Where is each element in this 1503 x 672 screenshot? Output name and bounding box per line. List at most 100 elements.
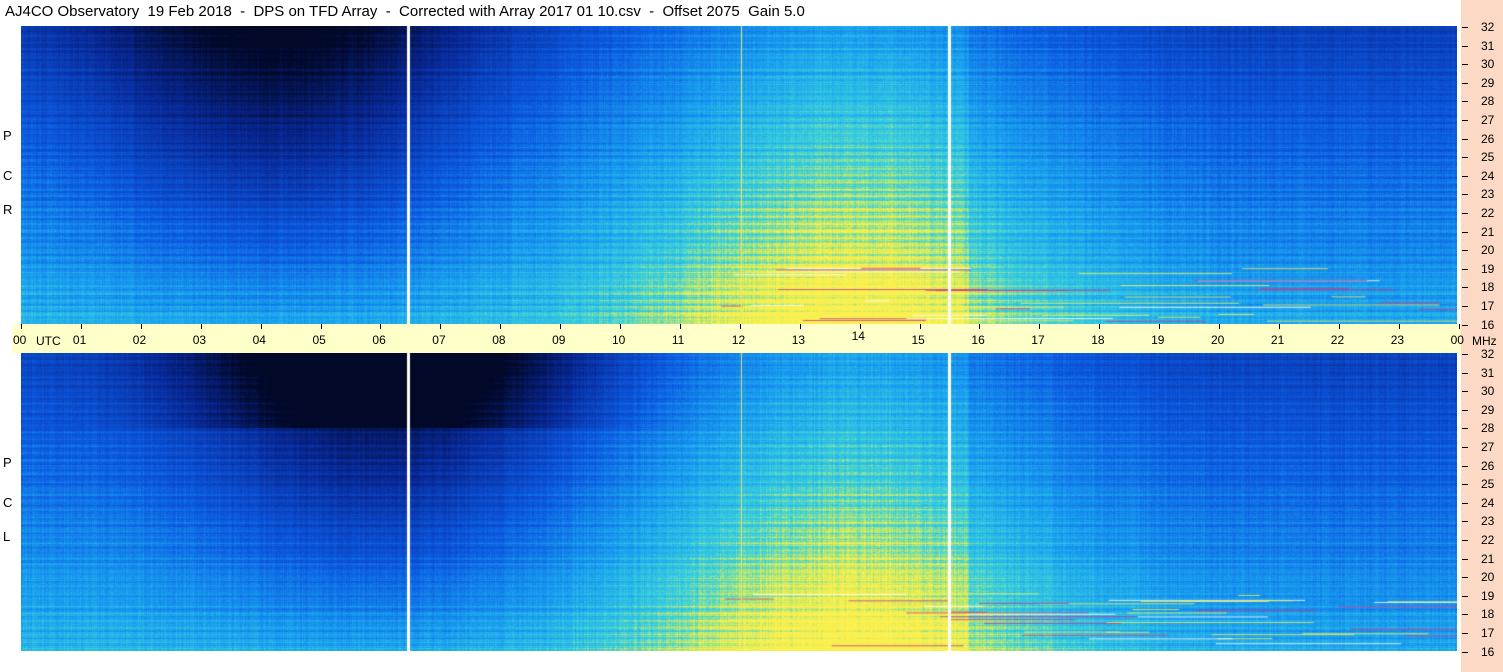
freq-label: 16 [1481, 317, 1495, 332]
hour-label: 00 [1450, 333, 1464, 347]
hour-tick [1458, 324, 1460, 329]
freq-tick [1462, 372, 1468, 374]
rcp-spectrogram [21, 26, 1457, 324]
hour-tick [979, 324, 981, 329]
hour-label: 23 [1390, 333, 1405, 347]
mhz-label: MHz [1472, 334, 1497, 348]
hour-label: 11 [671, 333, 685, 347]
hour-tick [80, 324, 82, 329]
freq-tick [1462, 175, 1468, 177]
freq-label: 22 [1481, 533, 1495, 547]
freq-label: 29 [1481, 402, 1495, 417]
freq-label: 18 [1481, 280, 1495, 295]
lcp-label-column: P C L [0, 353, 21, 651]
rcp-letter-p: R [3, 202, 13, 217]
freq-tick [1462, 231, 1468, 233]
freq-tick [1462, 428, 1468, 430]
freq-tick [1462, 391, 1468, 393]
hour-tick [1398, 324, 1400, 329]
freq-label: 21 [1481, 224, 1495, 239]
freq-tick [1462, 64, 1468, 66]
freq-tick [1462, 268, 1468, 270]
freq-tick [1462, 558, 1468, 560]
freq-label: 25 [1481, 150, 1495, 165]
hour-label: 20 [1211, 333, 1225, 347]
freq-label: 23 [1481, 187, 1495, 202]
hour-label: 02 [132, 333, 147, 347]
freq-tick [1462, 250, 1468, 252]
hour-label: 13 [791, 333, 806, 347]
hour-tick [440, 324, 442, 329]
lcp-letter-c: C [3, 495, 13, 510]
hour-label: 00 [13, 333, 27, 347]
hour-tick [500, 324, 502, 329]
hour-tick [679, 324, 681, 329]
freq-tick [1462, 157, 1468, 159]
freq-label: 31 [1481, 365, 1495, 380]
freq-label: 28 [1481, 94, 1495, 109]
freq-label: 31 [1481, 38, 1495, 53]
freq-tick [1462, 465, 1468, 467]
hour-label: 10 [612, 333, 626, 347]
freq-label: 20 [1481, 243, 1495, 258]
freq-label: 17 [1481, 626, 1495, 640]
freq-label: 28 [1481, 421, 1495, 436]
hour-tick [1159, 324, 1161, 329]
hour-tick [21, 324, 22, 329]
freq-label: 16 [1481, 644, 1495, 659]
utc-label: UTC [36, 334, 61, 348]
freq-tick [1462, 324, 1468, 326]
lcp-spectrogram [21, 353, 1457, 651]
hour-tick [1039, 324, 1041, 329]
time-axis: 00 01 02 03 04 05 06 07 08 09 10 11 12 13 14 15 16 17 18 19… [12, 324, 1497, 353]
hour-tick [1219, 324, 1220, 329]
freq-tick [1462, 540, 1468, 541]
hour-label: 08 [492, 333, 506, 347]
hour-label: 05 [312, 333, 326, 347]
freq-tick [1462, 306, 1468, 307]
hour-tick [1099, 324, 1101, 329]
freq-tick [1462, 120, 1468, 121]
freq-tick [1462, 484, 1468, 486]
freq-label: 32 [1481, 347, 1495, 361]
freq-label: 20 [1481, 570, 1495, 585]
freq-label: 21 [1481, 551, 1495, 566]
hour-tick [620, 324, 621, 329]
hour-label: 21 [1270, 333, 1285, 347]
freq-tick [1462, 577, 1468, 579]
freq-tick [1462, 651, 1468, 653]
hour-tick [1338, 324, 1340, 329]
freq-tick [1462, 138, 1468, 140]
page-title: AJ4CO Observatory 19 Feb 2018 - DPS on T… [5, 3, 805, 20]
hour-label: 03 [192, 333, 207, 347]
freq-tick [1462, 101, 1468, 103]
lcp-letter-l: L [3, 529, 11, 544]
freq-tick [1462, 213, 1468, 214]
freq-label: 19 [1481, 261, 1495, 276]
freq-label: 32 [1481, 20, 1495, 34]
rcp-label-column: P C R [0, 26, 21, 324]
freq-tick [1462, 595, 1468, 597]
freq-label: 22 [1481, 206, 1495, 220]
freq-tick [1462, 409, 1468, 411]
hour-tick [140, 324, 142, 329]
hour-label: 16 [971, 333, 985, 347]
freq-label: 27 [1481, 440, 1495, 454]
hour-tick [919, 324, 921, 329]
hour-label: 01 [72, 333, 87, 347]
freq-label: 24 [1481, 168, 1495, 183]
hour-tick [320, 324, 322, 329]
hour-label: 14 [851, 329, 865, 343]
hour-label: 18 [1091, 333, 1105, 347]
hour-label: 19 [1151, 333, 1165, 347]
freq-label: 18 [1481, 607, 1495, 622]
hour-tick [200, 324, 202, 329]
hour-label: 12 [731, 333, 746, 347]
hour-tick [799, 324, 801, 329]
freq-label: 24 [1481, 495, 1495, 510]
freq-label: 26 [1481, 131, 1495, 146]
hour-label: 07 [432, 333, 446, 347]
freq-label: 27 [1481, 113, 1495, 127]
freq-tick [1462, 502, 1468, 504]
freq-label: 30 [1481, 57, 1495, 72]
